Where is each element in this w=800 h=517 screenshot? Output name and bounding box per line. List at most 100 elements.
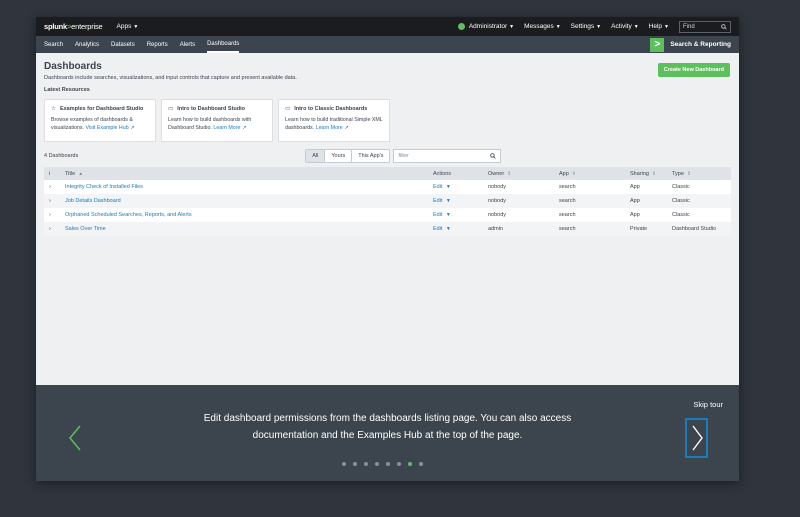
dashboard-count: 4 Dashboards xyxy=(44,153,79,159)
type-cell: Classic xyxy=(667,194,731,208)
skip-tour-button[interactable]: Skip tour xyxy=(693,400,723,409)
search-icon xyxy=(721,23,727,30)
resource-card-intro-studio: ▭ Intro to Dashboard Studio Learn how to … xyxy=(161,99,273,142)
resource-card-examples: ☆ Examples for Dashboard Studio Browse ex… xyxy=(44,99,156,142)
tour-step-dot[interactable] xyxy=(342,462,346,466)
top-right-menus: Administrator ▼ Messages ▼ Settings ▼ Activ… xyxy=(457,20,731,33)
sort-asc-icon: ▲ xyxy=(78,170,84,177)
caret-down-icon: ▼ xyxy=(509,24,515,31)
owner-cell: nobody xyxy=(483,208,554,222)
nav-reports[interactable]: Reports xyxy=(147,36,168,53)
latest-resources-heading: Latest Resources xyxy=(44,87,90,93)
edit-menu[interactable]: Edit ▼ xyxy=(428,180,483,194)
ownership-filter: All Yours This App's xyxy=(305,149,391,163)
header-sharing[interactable]: Sharing ⇕ xyxy=(625,167,667,180)
create-new-dashboard-button[interactable]: Create New Dashboard xyxy=(657,63,730,77)
previous-step-button[interactable] xyxy=(68,425,82,451)
tour-step-dot[interactable] xyxy=(397,462,401,466)
owner-cell: admin xyxy=(483,222,554,236)
filter-input[interactable]: filter xyxy=(393,149,502,163)
app-cell: search xyxy=(554,180,625,194)
edit-menu[interactable]: Edit ▼ xyxy=(428,222,483,236)
health-status-icon xyxy=(457,22,465,30)
find-input[interactable]: Find xyxy=(679,20,731,33)
dashboard-title-link[interactable]: Integrity Check of Installed Files xyxy=(60,180,428,194)
caret-down-icon: ▼ xyxy=(444,198,451,204)
table-row: › Integrity Check of Installed Files Edi… xyxy=(44,180,731,194)
header-title[interactable]: Title ▲ xyxy=(60,167,428,180)
resource-card-intro-classic: ▭ Intro to Classic Dashboards Learn how t… xyxy=(278,99,390,142)
settings-menu[interactable]: Settings ▼ xyxy=(571,23,601,30)
nav-search[interactable]: Search xyxy=(44,36,63,53)
filter-this-apps[interactable]: This App's xyxy=(351,150,390,162)
expand-row-icon[interactable]: › xyxy=(44,194,60,208)
nav-dashboards[interactable]: Dashboards xyxy=(207,36,240,53)
app-bar: Search Analytics Datasets Reports Alerts… xyxy=(36,36,739,53)
app-name[interactable]: > Search & Reporting xyxy=(650,37,731,52)
administrator-menu[interactable]: Administrator ▼ xyxy=(457,22,515,31)
edit-menu[interactable]: Edit ▼ xyxy=(428,208,483,222)
header-app[interactable]: App ⇕ xyxy=(554,167,625,180)
star-icon: ☆ xyxy=(51,106,56,112)
activity-menu[interactable]: Activity ▼ xyxy=(611,23,639,30)
tour-step-dot[interactable] xyxy=(375,462,379,466)
sort-icon: ⇕ xyxy=(651,170,657,177)
expand-row-icon[interactable]: › xyxy=(44,208,60,222)
caret-down-icon: ▼ xyxy=(133,24,139,30)
tour-step-dot[interactable] xyxy=(419,462,423,466)
sort-icon: ⇕ xyxy=(507,170,512,177)
caret-down-icon: ▼ xyxy=(555,24,561,30)
dashboard-title-link[interactable]: Job Details Dashboard xyxy=(60,194,428,208)
tour-progress-dots xyxy=(342,462,423,466)
messages-menu[interactable]: Messages ▼ xyxy=(524,23,561,30)
tour-step-dot[interactable] xyxy=(353,462,357,466)
help-menu[interactable]: Help ▼ xyxy=(649,23,669,30)
next-step-button[interactable] xyxy=(685,418,708,458)
sharing-cell: App xyxy=(625,194,667,208)
dashboard-title-link[interactable]: Sales Over Time xyxy=(60,222,428,236)
app-cell: search xyxy=(554,222,625,236)
dashboards-table: i Title ▲ Actions Owner ⇕ App ⇕ Sharing ⇕ Ty… xyxy=(44,167,731,236)
tour-step-dot[interactable] xyxy=(408,462,412,466)
header-owner[interactable]: Owner ⇕ xyxy=(483,167,554,180)
table-header-row: i Title ▲ Actions Owner ⇕ App ⇕ Sharing ⇕ Ty… xyxy=(44,167,731,180)
filter-all[interactable]: All xyxy=(306,150,325,162)
nav-datasets[interactable]: Datasets xyxy=(111,36,135,53)
dashboard-title-link[interactable]: Orphaned Scheduled Searches, Reports, an… xyxy=(60,208,428,222)
app-cell: search xyxy=(554,194,625,208)
nav-analytics[interactable]: Analytics xyxy=(75,36,99,53)
nav-alerts[interactable]: Alerts xyxy=(180,36,195,53)
dashboard-icon: ▭ xyxy=(168,106,174,112)
chevron-right-icon xyxy=(691,425,703,451)
app-nav: Search Analytics Datasets Reports Alerts… xyxy=(44,36,240,53)
expand-row-icon[interactable]: › xyxy=(44,222,60,236)
top-bar: splunk>enterprise Apps ▼ Administrator ▼ M… xyxy=(36,17,739,36)
sort-icon: ⇕ xyxy=(686,170,692,177)
splunk-logo[interactable]: splunk>enterprise xyxy=(44,22,103,31)
header-type[interactable]: Type ⇕ xyxy=(667,167,731,180)
caret-down-icon: ▼ xyxy=(444,184,451,190)
caret-down-icon: ▼ xyxy=(664,24,669,30)
page-title: Dashboards xyxy=(44,61,102,72)
owner-cell: nobody xyxy=(483,180,554,194)
tour-step-dot[interactable] xyxy=(386,462,390,466)
header-actions: Actions xyxy=(428,167,483,180)
guided-tour-panel: Skip tour Edit dashboard permissions fro… xyxy=(36,385,739,481)
learn-more-classic-link[interactable]: Learn More ↗ xyxy=(316,125,349,131)
dashboard-icon: ▭ xyxy=(285,106,291,112)
type-cell: Classic xyxy=(667,208,731,222)
search-icon xyxy=(490,153,497,159)
header-info: i xyxy=(44,167,60,180)
edit-menu[interactable]: Edit ▼ xyxy=(428,194,483,208)
external-link-icon: ↗ xyxy=(344,124,349,131)
app-chevron-icon: > xyxy=(650,37,665,52)
expand-row-icon[interactable]: › xyxy=(44,180,60,194)
filter-yours[interactable]: Yours xyxy=(324,150,352,162)
sharing-cell: App xyxy=(625,208,667,222)
learn-more-studio-link[interactable]: Learn More ↗ xyxy=(213,125,246,131)
apps-menu[interactable]: Apps ▼ xyxy=(117,23,139,30)
tour-step-dot[interactable] xyxy=(364,462,368,466)
visit-example-hub-link[interactable]: Visit Example Hub ↗ xyxy=(85,125,134,131)
table-row: › Sales Over Time Edit ▼ admin search Pr… xyxy=(44,222,731,236)
caret-down-icon: ▼ xyxy=(596,24,602,30)
